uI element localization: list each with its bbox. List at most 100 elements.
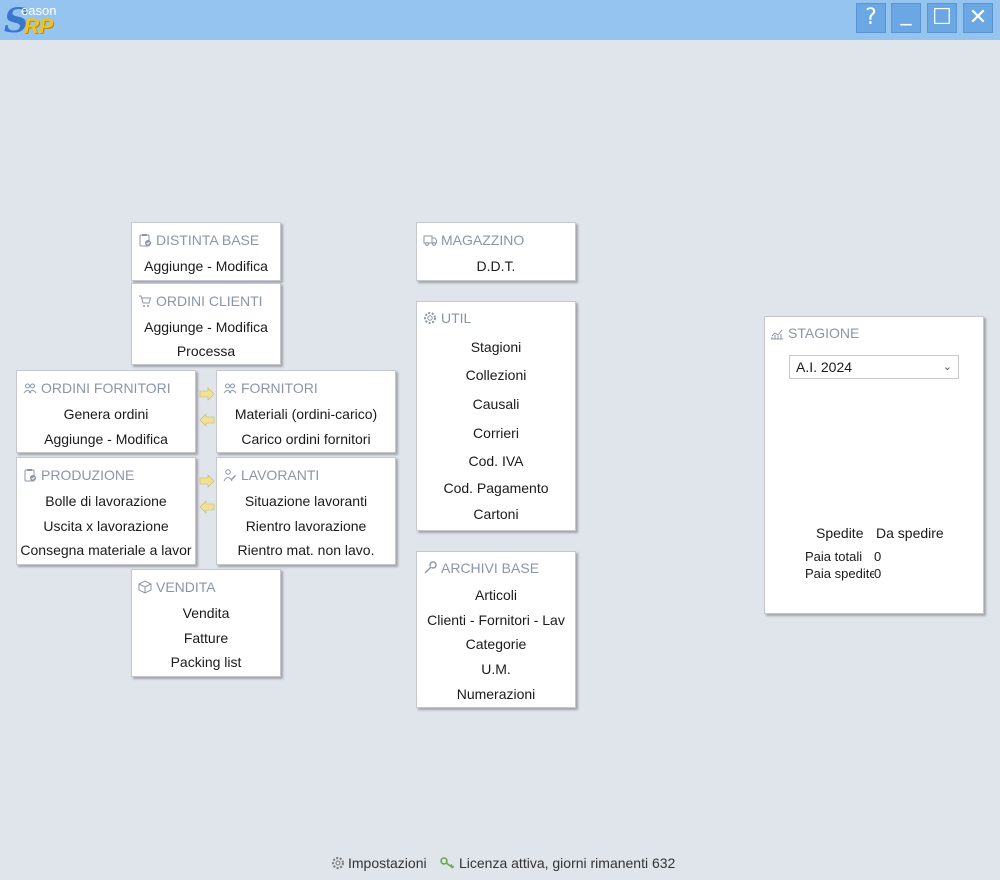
key-icon	[440, 857, 455, 869]
logo-rp: RP	[24, 15, 54, 38]
menu-item-um[interactable]: U.M.	[417, 660, 575, 678]
users-icon	[223, 383, 237, 394]
paia-totali-label: Paia totali	[805, 549, 863, 564]
panel-title: ORDINI CLIENTI	[156, 293, 263, 309]
menu-item-vendita[interactable]: Vendita	[132, 604, 280, 622]
menu-item-rientro-lavorazione[interactable]: Rientro lavorazione	[217, 517, 395, 535]
panel-header: LAVORANTI	[223, 467, 319, 483]
panel-header: MAGAZZINO	[423, 232, 524, 248]
menu-item-bolle-lavorazione[interactable]: Bolle di lavorazione	[17, 492, 195, 510]
menu-item-corrieri[interactable]: Corrieri	[417, 424, 575, 442]
panel-vendita: VENDITA Vendita Fatture Packing list	[131, 569, 281, 677]
menu-item-cod-pagamento[interactable]: Cod. Pagamento	[417, 479, 575, 497]
panel-header: UTIL	[423, 310, 471, 326]
impostazioni-link[interactable]: Impostazioni	[331, 855, 427, 871]
menu-item-rientro-mat-non-lavo[interactable]: Rientro mat. non lavo.	[217, 541, 395, 559]
panel-title: LAVORANTI	[241, 467, 320, 483]
minimize-icon: _	[900, 1, 912, 26]
impostazioni-label: Impostazioni	[348, 855, 427, 871]
panel-util: UTIL Stagioni Collezioni Causali Corrier…	[416, 301, 576, 531]
status-footer: Impostazioni Licenza attiva, giorni rima…	[0, 855, 1000, 875]
panel-title: MAGAZZINO	[441, 232, 525, 248]
panel-header: ORDINI FORNITORI	[23, 380, 171, 396]
menu-item-cartoni[interactable]: Cartoni	[417, 505, 575, 523]
box-icon	[138, 580, 152, 594]
panel-header: ORDINI CLIENTI	[138, 293, 263, 309]
stagione-select[interactable]: A.I. 2024 ⌄	[789, 355, 959, 379]
paia-totali-value: 0	[874, 549, 882, 564]
panel-title: PRODUZIONE	[41, 467, 135, 483]
panel-title: UTIL	[441, 310, 472, 326]
clipboard-check-icon	[24, 469, 36, 482]
arrow-right-icon	[199, 474, 215, 488]
panel-title: ORDINI FORNITORI	[41, 380, 171, 396]
title-bar: S eason RP ? _ ☐ ✕	[0, 0, 1000, 40]
menu-item-fatture[interactable]: Fatture	[132, 629, 280, 647]
menu-item-clienti-fornitori-lav[interactable]: Clienti - Fornitori - Lav	[417, 611, 575, 629]
panel-ordini-clienti: ORDINI CLIENTI Aggiunge - Modifica Proce…	[131, 283, 281, 365]
panel-title: VENDITA	[156, 579, 216, 595]
panel-distinta-base: DISTINTA BASE Aggiunge - Modifica	[131, 222, 281, 281]
close-button[interactable]: ✕	[963, 3, 993, 33]
panel-header: PRODUZIONE	[23, 467, 134, 483]
panel-ordini-fornitori: ORDINI FORNITORI Genera ordini Aggiunge …	[16, 370, 196, 453]
panel-header: VENDITA	[138, 579, 216, 595]
panel-header: STAGIONE	[770, 325, 859, 341]
arrow-left-icon	[199, 500, 215, 514]
gear-icon	[332, 857, 344, 869]
licenza-status: Licenza attiva, giorni rimanenti 632	[440, 855, 675, 871]
col-da-spedire-label: Da spedire	[876, 525, 944, 541]
menu-item-fornitori-aggiunge-modifica[interactable]: Aggiunge - Modifica	[17, 430, 195, 448]
menu-item-materiali[interactable]: Materiali (ordini-carico)	[217, 405, 395, 423]
close-icon: ✕	[968, 5, 988, 30]
menu-item-carico-ordini-fornitori[interactable]: Carico ordini fornitori	[217, 430, 395, 448]
menu-item-uscita-lavorazione[interactable]: Uscita x lavorazione	[17, 517, 195, 535]
menu-item-causali[interactable]: Causali	[417, 395, 575, 413]
clipboard-check-icon	[139, 234, 151, 247]
panel-magazzino: MAGAZZINO D.D.T.	[416, 222, 576, 281]
menu-item-distinta-aggiunge-modifica[interactable]: Aggiunge - Modifica	[132, 257, 280, 275]
panel-title: FORNITORI	[241, 380, 318, 396]
paia-spedite-label: Paia spedite	[805, 566, 874, 581]
wrench-icon	[424, 561, 437, 574]
maximize-button[interactable]: ☐	[927, 3, 957, 33]
menu-item-packing-list[interactable]: Packing list	[132, 653, 280, 671]
menu-item-situazione-lavoranti[interactable]: Situazione lavoranti	[217, 492, 395, 510]
panel-stagione: STAGIONE A.I. 2024 ⌄ Spedite Da spedire …	[764, 316, 984, 614]
help-button[interactable]: ?	[856, 3, 886, 33]
panel-lavoranti: LAVORANTI Situazione lavoranti Rientro l…	[216, 457, 396, 565]
menu-item-stagioni[interactable]: Stagioni	[417, 338, 575, 356]
app-logo: S eason RP	[4, 2, 64, 38]
menu-item-clienti-aggiunge-modifica[interactable]: Aggiunge - Modifica	[132, 318, 280, 336]
panel-produzione: PRODUZIONE Bolle di lavorazione Uscita x…	[16, 457, 196, 565]
cart-icon	[139, 295, 152, 307]
licenza-label: Licenza attiva, giorni rimanenti 632	[459, 855, 676, 871]
maximize-icon: ☐	[932, 5, 952, 30]
panel-title: ARCHIVI BASE	[441, 560, 540, 576]
truck-icon	[423, 235, 437, 246]
panel-header: DISTINTA BASE	[138, 232, 259, 248]
menu-item-ddt[interactable]: D.D.T.	[417, 257, 575, 275]
chevron-down-icon: ⌄	[942, 361, 952, 373]
panel-fornitori: FORNITORI Materiali (ordini-carico) Cari…	[216, 370, 396, 453]
menu-item-numerazioni[interactable]: Numerazioni	[417, 685, 575, 703]
minimize-button[interactable]: _	[891, 3, 921, 33]
menu-item-genera-ordini[interactable]: Genera ordini	[17, 405, 195, 423]
menu-item-cod-iva[interactable]: Cod. IVA	[417, 452, 575, 470]
help-icon: ?	[865, 5, 877, 30]
stagione-selected-value: A.I. 2024	[796, 359, 853, 375]
menu-item-consegna-materiale[interactable]: Consegna materiale a lavor	[17, 541, 195, 559]
col-spedite-label: Spedite	[816, 525, 864, 541]
menu-item-categorie[interactable]: Categorie	[417, 635, 575, 653]
stagione-stats: Spedite Da spedire Paia totali 0 Paia sp…	[785, 400, 965, 600]
menu-item-collezioni[interactable]: Collezioni	[417, 366, 575, 384]
menu-item-processa[interactable]: Processa	[132, 342, 280, 360]
menu-item-articoli[interactable]: Articoli	[417, 586, 575, 604]
arrow-right-icon	[199, 387, 215, 401]
worker-icon	[223, 469, 236, 482]
users-icon	[23, 383, 37, 394]
arrow-left-icon	[199, 413, 215, 427]
panel-header: FORNITORI	[223, 380, 318, 396]
panel-title: STAGIONE	[788, 325, 860, 341]
panel-title: DISTINTA BASE	[156, 232, 260, 248]
